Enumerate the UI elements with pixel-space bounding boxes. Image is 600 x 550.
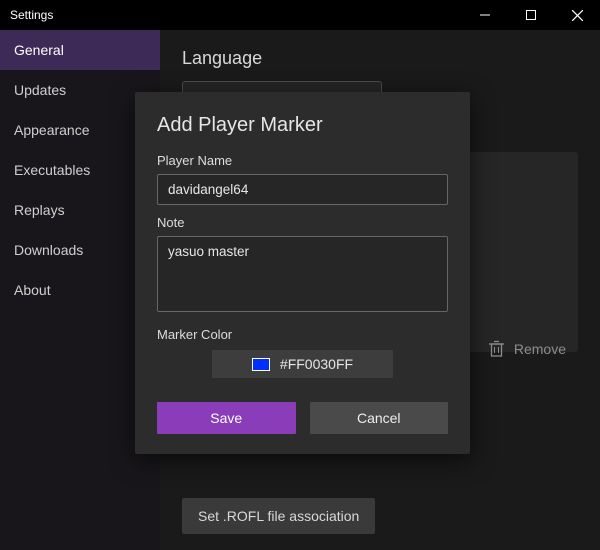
file-association-button[interactable]: Set .ROFL file association bbox=[182, 498, 375, 534]
trash-icon bbox=[489, 340, 504, 357]
sidebar-item-label: Appearance bbox=[14, 122, 90, 138]
sidebar-item-label: Executables bbox=[14, 162, 90, 178]
remove-button[interactable]: Remove bbox=[489, 340, 566, 357]
player-name-label: Player Name bbox=[157, 153, 448, 168]
minimize-icon bbox=[480, 10, 490, 20]
note-label: Note bbox=[157, 215, 448, 230]
sidebar-item-label: Replays bbox=[14, 202, 65, 218]
titlebar: Settings bbox=[0, 0, 600, 30]
player-name-input[interactable] bbox=[157, 174, 448, 205]
sidebar-item-label: General bbox=[14, 42, 64, 58]
maximize-icon bbox=[526, 10, 536, 20]
window-controls bbox=[462, 0, 600, 30]
dialog-title: Add Player Marker bbox=[157, 114, 448, 137]
cancel-label: Cancel bbox=[357, 410, 401, 426]
add-player-marker-dialog: Add Player Marker Player Name Note Marke… bbox=[135, 92, 470, 454]
sidebar-item-label: Updates bbox=[14, 82, 66, 98]
language-heading: Language bbox=[182, 48, 578, 69]
minimize-button[interactable] bbox=[462, 0, 508, 30]
sidebar-item-label: About bbox=[14, 282, 51, 298]
marker-color-picker[interactable]: #FF0030FF bbox=[212, 350, 393, 378]
cancel-button[interactable]: Cancel bbox=[310, 402, 449, 434]
maximize-button[interactable] bbox=[508, 0, 554, 30]
marker-color-label: Marker Color bbox=[157, 327, 448, 342]
close-button[interactable] bbox=[554, 0, 600, 30]
remove-label: Remove bbox=[514, 341, 566, 357]
sidebar-item-label: Downloads bbox=[14, 242, 83, 258]
close-icon bbox=[572, 10, 583, 21]
color-swatch bbox=[252, 358, 270, 371]
sidebar-item-general[interactable]: General bbox=[0, 30, 160, 70]
marker-color-value: #FF0030FF bbox=[280, 356, 353, 372]
file-association-label: Set .ROFL file association bbox=[198, 508, 359, 524]
window-title: Settings bbox=[10, 8, 53, 22]
save-label: Save bbox=[210, 410, 242, 426]
save-button[interactable]: Save bbox=[157, 402, 296, 434]
note-input[interactable] bbox=[157, 236, 448, 312]
